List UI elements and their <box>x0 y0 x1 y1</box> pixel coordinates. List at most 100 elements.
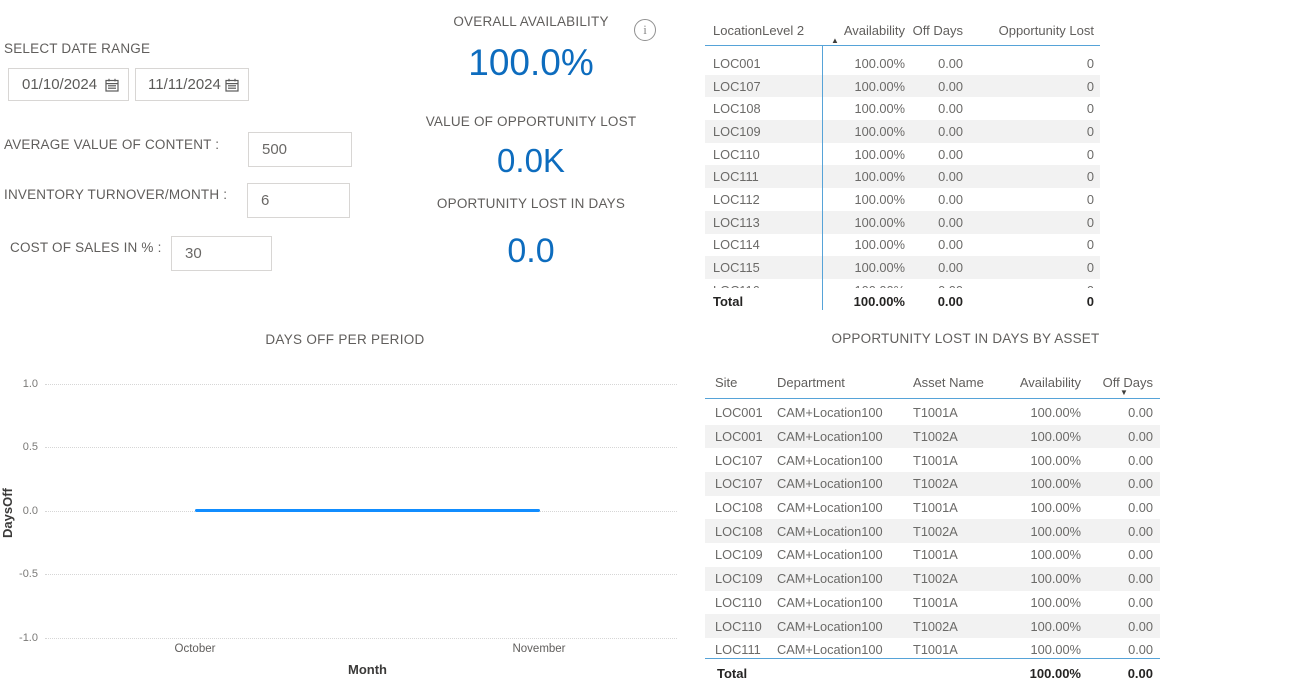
cell-asset-name: T1001A <box>913 591 1000 615</box>
cell-off-days: 0.00 <box>1086 448 1160 472</box>
table-scroll-area[interactable]: LOC001 CAM+Location100 T1001A 100.00% 0.… <box>705 401 1160 658</box>
column-header-off-days[interactable]: Off Days <box>910 15 968 45</box>
cell-availability: 100.00% <box>822 279 910 288</box>
table-row[interactable]: LOC110 CAM+Location100 T1001A 100.00% 0.… <box>705 591 1160 615</box>
cell-asset-name: T1002A <box>913 567 1000 591</box>
cell-availability: 100.00% <box>1000 543 1086 567</box>
table-row[interactable]: LOC116 100.00% 0.00 0 <box>705 279 1100 288</box>
cell-availability: 100.00% <box>1000 567 1086 591</box>
cost-of-sales-input[interactable] <box>171 236 272 271</box>
table-title: OPPORTUNITY LOST IN DAYS BY ASSET <box>771 331 1160 346</box>
cell-asset-name: T1002A <box>913 614 1000 638</box>
table-row[interactable]: LOC114 100.00% 0.00 0 <box>705 234 1100 257</box>
cell-asset-name: T1001A <box>913 496 1000 520</box>
cell-asset-name: T1001A <box>913 543 1000 567</box>
cell-off-days: 0.00 <box>1086 638 1160 658</box>
column-header-asset-name[interactable]: Asset Name <box>913 367 1000 398</box>
cell-off-days: 0.00 <box>1086 425 1160 449</box>
table-row[interactable]: LOC109 CAM+Location100 T1002A 100.00% 0.… <box>705 567 1160 591</box>
table-row[interactable]: LOC112 100.00% 0.00 0 <box>705 188 1100 211</box>
cell-asset-name: T1001A <box>913 448 1000 472</box>
cell-site: LOC001 <box>705 401 777 425</box>
date-to-value: 11/11/2024 <box>148 76 221 93</box>
gridline <box>45 638 677 639</box>
table-row[interactable]: LOC001 CAM+Location100 T1002A 100.00% 0.… <box>705 425 1160 449</box>
cell-opportunity-lost: 0 <box>968 120 1100 143</box>
table-scroll-area[interactable]: LOC001 100.00% 0.00 0 LOC107 100.00% 0.0… <box>705 46 1100 288</box>
cell-site: LOC107 <box>705 448 777 472</box>
table-row[interactable]: LOC001 CAM+Location100 T1001A 100.00% 0.… <box>705 401 1160 425</box>
cell-availability: 100.00% <box>822 165 910 188</box>
total-label: Total <box>705 290 822 312</box>
table-row[interactable]: LOC107 100.00% 0.00 0 <box>705 75 1100 98</box>
table-row[interactable]: LOC108 CAM+Location100 T1001A 100.00% 0.… <box>705 496 1160 520</box>
cell-department: CAM+Location100 <box>777 448 913 472</box>
cell-opportunity-lost: 0 <box>968 165 1100 188</box>
cell-location: LOC113 <box>705 211 822 234</box>
y-tick-label: -1.0 <box>0 632 38 644</box>
column-header-availability[interactable]: Availability <box>1000 367 1086 398</box>
table-row[interactable]: LOC109 100.00% 0.00 0 <box>705 120 1100 143</box>
cell-location: LOC115 <box>705 256 822 279</box>
cell-opportunity-lost: 0 <box>968 143 1100 166</box>
cell-department: CAM+Location100 <box>777 519 913 543</box>
cell-off-days: 0.00 <box>1086 519 1160 543</box>
column-header-site[interactable]: Site <box>705 367 777 398</box>
location-availability-table: LocationLevel 2 Availability Off Days Op… <box>705 15 1100 312</box>
table-row[interactable]: LOC110 100.00% 0.00 0 <box>705 143 1100 166</box>
cell-opportunity-lost: 0 <box>968 256 1100 279</box>
info-icon[interactable]: i <box>634 19 656 41</box>
cell-availability: 100.00% <box>1000 401 1086 425</box>
days-off-series-line[interactable] <box>195 509 540 512</box>
cell-site: LOC107 <box>705 472 777 496</box>
cell-availability: 100.00% <box>822 75 910 98</box>
cell-off-days: 0.00 <box>910 75 968 98</box>
cell-off-days: 0.00 <box>1086 591 1160 615</box>
chart-title: DAYS OFF PER PERIOD <box>0 332 690 347</box>
sort-descending-icon: ▼ <box>1120 389 1128 397</box>
cell-off-days: 0.00 <box>910 165 968 188</box>
y-tick-label: 1.0 <box>0 378 38 390</box>
cell-availability: 100.00% <box>822 188 910 211</box>
average-value-input[interactable] <box>248 132 352 167</box>
calendar-icon <box>105 78 119 92</box>
days-off-per-period-chart: DAYS OFF PER PERIOD 1.0 0.5 0.0 -0.5 -1.… <box>0 320 690 700</box>
cell-location: LOC109 <box>705 120 822 143</box>
column-header-department[interactable]: Department <box>777 367 913 398</box>
column-header-opportunity-lost[interactable]: Opportunity Lost <box>968 15 1100 45</box>
table-row[interactable]: LOC111 100.00% 0.00 0 <box>705 165 1100 188</box>
column-header-locationlevel2[interactable]: LocationLevel 2 <box>705 15 822 45</box>
cell-asset-name: T1001A <box>913 638 1000 658</box>
cell-opportunity-lost: 0 <box>968 234 1100 257</box>
date-from-field[interactable]: 01/10/2024 <box>8 68 129 101</box>
table-row[interactable]: LOC109 CAM+Location100 T1001A 100.00% 0.… <box>705 543 1160 567</box>
table-row[interactable]: LOC115 100.00% 0.00 0 <box>705 256 1100 279</box>
x-axis-title: Month <box>285 662 450 677</box>
value-of-opportunity-lost-value: 0.0K <box>400 142 662 180</box>
table-row[interactable]: LOC107 CAM+Location100 T1001A 100.00% 0.… <box>705 448 1160 472</box>
cell-off-days: 0.00 <box>910 279 968 288</box>
overall-availability-value: 100.0% <box>400 42 662 84</box>
date-to-field[interactable]: 11/11/2024 <box>135 68 249 101</box>
cell-off-days: 0.00 <box>910 120 968 143</box>
table-row[interactable]: LOC107 CAM+Location100 T1002A 100.00% 0.… <box>705 472 1160 496</box>
table-row[interactable]: LOC108 CAM+Location100 T1002A 100.00% 0.… <box>705 519 1160 543</box>
table-row[interactable]: LOC001 100.00% 0.00 0 <box>705 52 1100 75</box>
cell-off-days: 0.00 <box>1086 472 1160 496</box>
table-row[interactable]: LOC108 100.00% 0.00 0 <box>705 97 1100 120</box>
cell-location: LOC108 <box>705 97 822 120</box>
table-row[interactable]: LOC113 100.00% 0.00 0 <box>705 211 1100 234</box>
total-off-days: 0.00 <box>1086 661 1160 685</box>
cell-off-days: 0.00 <box>1086 543 1160 567</box>
cell-department: CAM+Location100 <box>777 638 913 658</box>
kpi-panel: OVERALL AVAILABILITY 100.0% VALUE OF OPP… <box>400 0 662 300</box>
cell-off-days: 0.00 <box>910 211 968 234</box>
inventory-turnover-input[interactable] <box>247 183 350 218</box>
cell-location: LOC114 <box>705 234 822 257</box>
cell-opportunity-lost: 0 <box>968 52 1100 75</box>
inventory-turnover-label: INVENTORY TURNOVER/MONTH : <box>4 187 227 202</box>
total-separator <box>705 658 1160 659</box>
cell-opportunity-lost: 0 <box>968 279 1100 288</box>
table-row[interactable]: LOC110 CAM+Location100 T1002A 100.00% 0.… <box>705 614 1160 638</box>
table-row[interactable]: LOC111 CAM+Location100 T1001A 100.00% 0.… <box>705 638 1160 658</box>
